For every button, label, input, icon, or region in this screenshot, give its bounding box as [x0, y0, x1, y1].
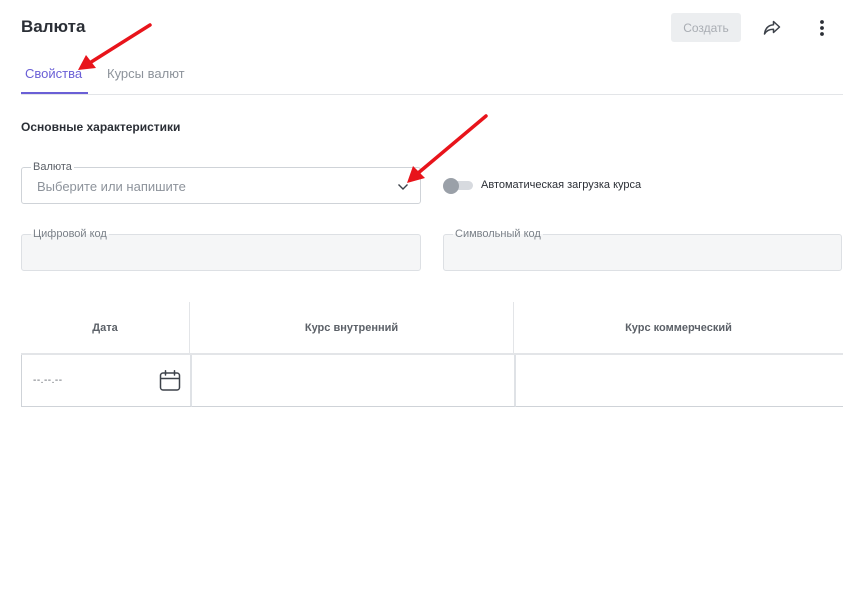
chevron-down-icon[interactable] [396, 180, 410, 194]
currency-select[interactable]: Валюта Выберите или напишите [21, 161, 421, 204]
tab-bar: Свойства Курсы валют [21, 56, 843, 95]
date-cell[interactable]: --.--.-- [21, 355, 192, 407]
rates-table: Дата Курс внутренний Курс коммерческий -… [21, 302, 843, 407]
more-button[interactable] [810, 16, 834, 40]
column-header-internal-rate: Курс внутренний [190, 302, 514, 354]
currency-field-label: Валюта [31, 161, 74, 173]
commercial-rate-cell[interactable] [516, 355, 843, 407]
share-icon [763, 20, 781, 35]
create-button[interactable]: Создать [671, 13, 741, 42]
internal-rate-cell[interactable] [192, 355, 516, 407]
more-vertical-icon [820, 20, 824, 36]
column-header-commercial-rate: Курс коммерческий [625, 322, 732, 334]
page-title: Валюта [21, 17, 86, 36]
tab-exchange-rates[interactable]: Курсы валют [107, 66, 185, 81]
section-title: Основные характеристики [21, 120, 181, 134]
active-tab-indicator [21, 92, 88, 94]
share-button[interactable] [759, 16, 785, 40]
tab-properties[interactable]: Свойства [25, 66, 82, 81]
auto-load-toggle[interactable] [443, 178, 473, 194]
currency-placeholder: Выберите или напишите [37, 179, 186, 194]
date-value: --.--.-- [33, 375, 63, 386]
toggle-knob [443, 178, 459, 194]
column-header-date: Дата [21, 302, 190, 354]
calendar-icon[interactable] [158, 369, 182, 393]
auto-load-label: Автоматическая загрузка курса [481, 179, 642, 191]
numeric-code-label: Цифровой код [31, 228, 109, 240]
symbol-code-label: Символьный код [453, 228, 543, 240]
numeric-code-field: Цифровой код [21, 228, 421, 271]
currency-page: Валюта Создать Свойства Курсы валют Осно… [0, 0, 864, 603]
symbol-code-field: Символьный код [443, 228, 842, 271]
